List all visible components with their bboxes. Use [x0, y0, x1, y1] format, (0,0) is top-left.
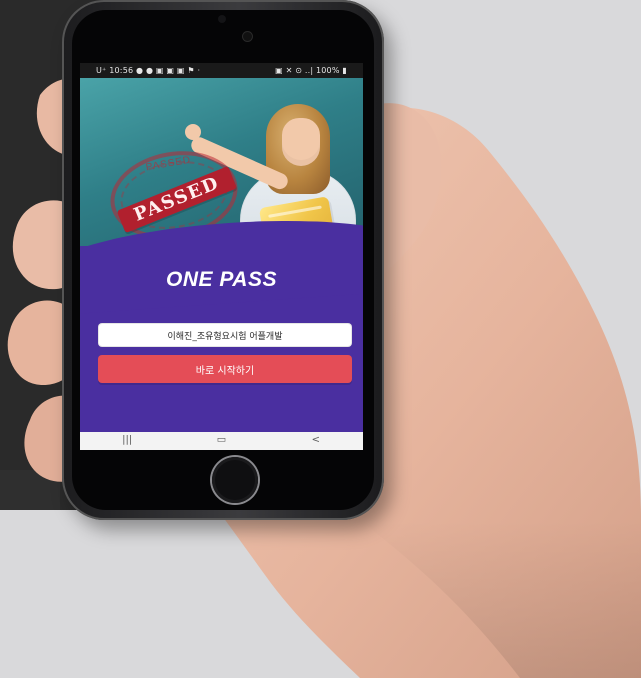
- status-bar: U⁺ 10:56 ● ● ▣ ▣ ▣ ⚑ · ▣ ✕ ⊙ ..| 100% ▮: [80, 63, 363, 78]
- home-button[interactable]: [212, 457, 258, 503]
- home-nav-button[interactable]: ▭: [201, 432, 241, 450]
- background-panel-lower: [0, 470, 60, 510]
- hand-shadow: [360, 520, 641, 678]
- android-nav-bar: ||| ▭ <: [80, 432, 363, 450]
- app-title: ONE PASS: [166, 268, 277, 291]
- teacher-face: [282, 118, 320, 166]
- phone-screen: U⁺ 10:56 ● ● ▣ ▣ ▣ ⚑ · ▣ ✕ ⊙ ..| 100% ▮ …: [80, 63, 363, 450]
- back-button[interactable]: <: [296, 432, 336, 450]
- scene: U⁺ 10:56 ● ● ▣ ▣ ▣ ⚑ · ▣ ✕ ⊙ ..| 100% ▮ …: [0, 0, 641, 678]
- home-icon: ▭: [216, 434, 227, 446]
- teacher-hand: [185, 124, 201, 140]
- recent-apps-button[interactable]: |||: [107, 432, 147, 450]
- status-right: ▣ ✕ ⊙ ..| 100% ▮: [275, 66, 347, 75]
- front-camera: [243, 32, 252, 41]
- recent-apps-icon: |||: [122, 434, 133, 446]
- back-icon: <: [311, 434, 320, 446]
- status-left: U⁺ 10:56 ● ● ▣ ▣ ▣ ⚑ ·: [96, 66, 201, 75]
- course-input[interactable]: 이해진_조유형요시험 어플개발: [98, 323, 352, 347]
- start-button[interactable]: 바로 시작하기: [98, 355, 352, 383]
- phone-earpiece: [218, 15, 226, 23]
